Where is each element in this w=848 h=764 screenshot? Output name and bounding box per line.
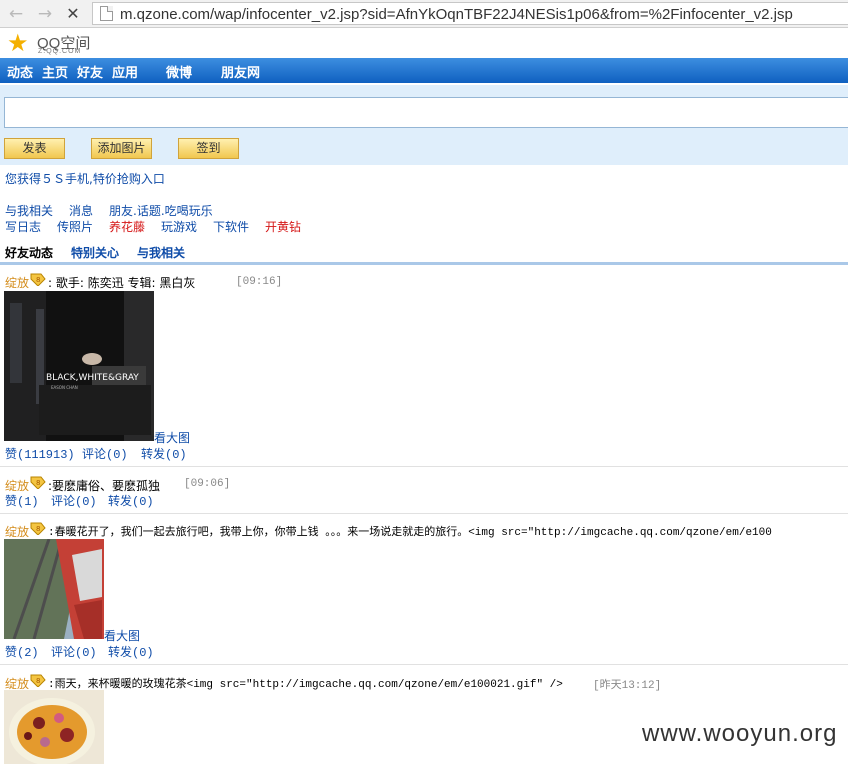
post-text: :春暖花开了，我们一起去旅行吧，我带上你，你带上钱 。。。来一场说走就走的旅行。…: [48, 527, 772, 539]
album-title-text: BLACK,WHITE&GRAY: [46, 373, 139, 383]
tab-special-care[interactable]: 特别关心: [71, 244, 119, 261]
browser-toolbar: ← → ✕ m.qzone.com/wap/infocenter_v2.jsp?…: [0, 0, 848, 28]
checkin-button[interactable]: 签到: [178, 138, 239, 159]
view-large-link[interactable]: 看大图: [154, 429, 190, 446]
album-caption-text: EASON CHAN: [51, 385, 78, 390]
menu-friends[interactable]: 好友: [77, 62, 103, 81]
vip-badge-icon: 8: [30, 674, 46, 687]
compose-area: 发表 添加图片 签到: [0, 85, 848, 165]
author-name[interactable]: 绽放: [5, 523, 29, 540]
share-link[interactable]: 转发(0): [108, 492, 154, 509]
post-time: [昨天13:12]: [593, 680, 662, 692]
comment-link[interactable]: 评论(0): [51, 643, 97, 660]
svg-text:8: 8: [36, 525, 40, 533]
status-input[interactable]: [4, 97, 848, 128]
address-bar[interactable]: m.qzone.com/wap/infocenter_v2.jsp?sid=Af…: [92, 2, 848, 25]
logo-sub: Z.QQ.COM: [38, 48, 82, 55]
link-software[interactable]: 下软件: [213, 218, 249, 235]
post-time: [09:06]: [184, 478, 231, 490]
menu-weibo[interactable]: 微博: [166, 62, 192, 81]
share-link[interactable]: 转发(0): [141, 445, 187, 462]
forward-icon[interactable]: →: [35, 4, 55, 24]
comment-link[interactable]: 评论(0): [82, 445, 128, 462]
tab-divider: [0, 262, 848, 265]
author-name[interactable]: 绽放: [5, 274, 29, 291]
tab-friend-feed[interactable]: 好友动态: [5, 244, 53, 261]
svg-text:8: 8: [36, 276, 40, 284]
view-large-link[interactable]: 看大图: [104, 627, 140, 644]
menu-pengyou[interactable]: 朋友网: [221, 62, 260, 81]
like-link[interactable]: 赞(111913): [5, 445, 75, 462]
link-flower[interactable]: 养花藤: [109, 218, 145, 235]
vip-badge-icon: 8: [30, 476, 46, 489]
feed-separator: [0, 513, 848, 514]
travel-photo-image[interactable]: [4, 539, 104, 639]
feed-separator: [0, 664, 848, 665]
menu-dongtai[interactable]: 动态: [7, 62, 33, 81]
main-menu: 动态 主页 好友 应用 微博 朋友网: [0, 58, 848, 83]
svg-text:8: 8: [36, 479, 40, 487]
promo-link[interactable]: 您获得５Ｓ手机,特价抢购入口: [5, 170, 165, 187]
back-icon[interactable]: ←: [6, 4, 26, 24]
page-icon: [100, 6, 113, 21]
link-blog[interactable]: 写日志: [5, 218, 41, 235]
qzone-logo[interactable]: ★ QQ空间 Z.QQ.COM: [0, 29, 848, 57]
feed-separator: [0, 466, 848, 467]
menu-home[interactable]: 主页: [42, 62, 68, 81]
star-logo-icon: ★: [7, 29, 29, 57]
flower-tea-image[interactable]: [4, 690, 104, 764]
album-cover-image[interactable]: BLACK,WHITE&GRAY EASON CHAN: [4, 291, 154, 441]
link-messages[interactable]: 消息: [69, 202, 93, 219]
post-text: :雨天，来杯暖暖的玫瑰花茶<img src="http://imgcache.q…: [48, 679, 563, 691]
like-link[interactable]: 赞(1): [5, 492, 39, 509]
link-yellow-diamond[interactable]: 开黄钻: [265, 218, 301, 235]
share-link[interactable]: 转发(0): [108, 643, 154, 660]
link-related[interactable]: 与我相关: [5, 202, 53, 219]
watermark-text: www.wooyun.org: [642, 720, 838, 747]
vip-badge-icon: 8: [30, 522, 46, 535]
publish-button[interactable]: 发表: [4, 138, 65, 159]
url-text: m.qzone.com/wap/infocenter_v2.jsp?sid=Af…: [120, 6, 793, 23]
post-text: : 歌手: 陈奕迅 专辑: 黑白灰: [48, 276, 196, 290]
link-topics[interactable]: 朋友.话题.吃喝玩乐: [109, 202, 213, 219]
link-games[interactable]: 玩游戏: [161, 218, 197, 235]
tab-related[interactable]: 与我相关: [137, 244, 185, 261]
stop-icon[interactable]: ✕: [63, 4, 83, 24]
link-upload-photo[interactable]: 传照片: [57, 218, 93, 235]
vip-badge-icon: 8: [30, 273, 46, 286]
post-time: [09:16]: [236, 276, 283, 288]
add-photo-button[interactable]: 添加图片: [91, 138, 152, 159]
menu-apps[interactable]: 应用: [112, 62, 138, 81]
svg-text:8: 8: [36, 677, 40, 685]
comment-link[interactable]: 评论(0): [51, 492, 97, 509]
like-link[interactable]: 赞(2): [5, 643, 39, 660]
